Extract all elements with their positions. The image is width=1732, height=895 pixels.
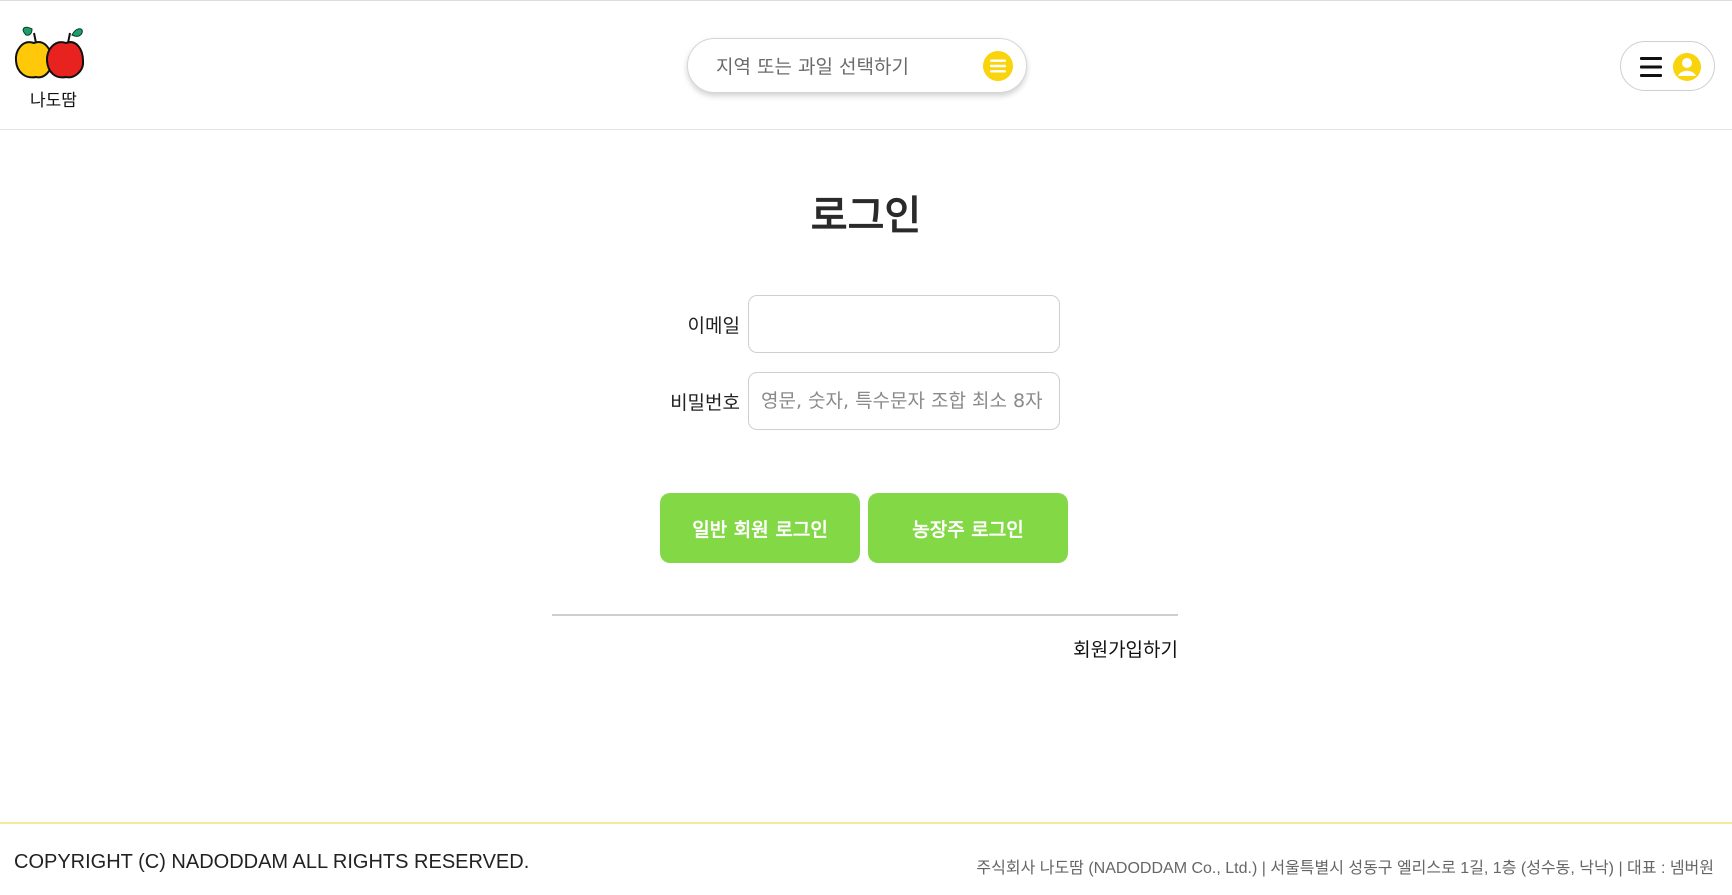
member-login-button[interactable]: 일반 회원 로그인 — [660, 493, 860, 563]
signup-link[interactable]: 회원가입하기 — [1000, 635, 1178, 662]
apple-logo-icon — [14, 26, 85, 79]
hamburger-icon — [1639, 56, 1663, 78]
menu-lines-icon[interactable] — [982, 50, 1014, 82]
email-field[interactable] — [748, 295, 1060, 353]
farmer-login-button[interactable]: 농장주 로그인 — [868, 493, 1068, 563]
email-label: 이메일 — [687, 315, 740, 337]
company-info: 주식회사 나도땀 (NADODDAM Co., Ltd.) | 서울특별시 성동… — [976, 860, 1714, 877]
divider — [552, 614, 1178, 616]
user-circle-icon — [1672, 52, 1702, 82]
password-row: 비밀번호 — [580, 372, 1060, 430]
copyright-text: COPYRIGHT (C) NADODDAM ALL RIGHTS RESERV… — [14, 851, 530, 873]
site-header: 나도땀 — [0, 0, 1732, 130]
password-label: 비밀번호 — [670, 392, 740, 414]
user-menu-button[interactable] — [1620, 41, 1715, 91]
site-footer: COPYRIGHT (C) NADODDAM ALL RIGHTS RESERV… — [0, 822, 1732, 895]
search-bar[interactable] — [687, 38, 1027, 93]
email-row: 이메일 — [580, 295, 1060, 353]
page-title: 로그인 — [810, 193, 922, 239]
search-input[interactable] — [714, 50, 968, 84]
password-field[interactable] — [748, 372, 1060, 430]
logo-text: 나도땀 — [30, 91, 77, 111]
